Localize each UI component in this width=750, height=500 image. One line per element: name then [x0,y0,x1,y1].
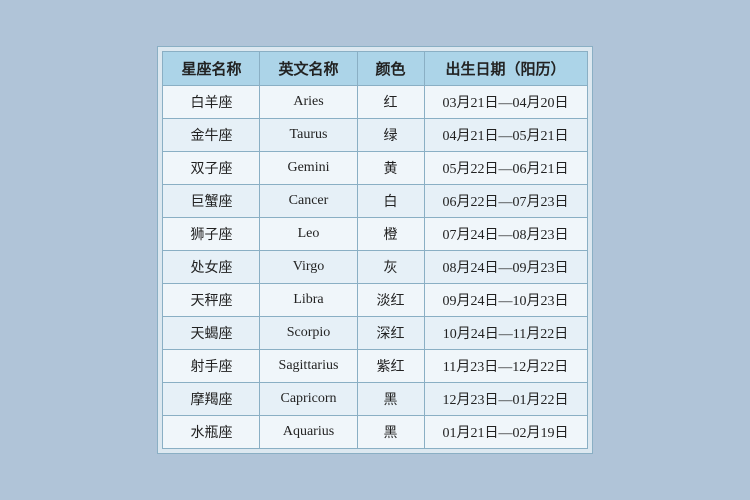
cell-chinese: 摩羯座 [163,383,260,416]
cell-color: 紫红 [357,350,424,383]
cell-chinese: 水瓶座 [163,416,260,449]
cell-color: 灰 [357,251,424,284]
cell-english: Cancer [260,185,357,218]
table-row: 处女座Virgo灰08月24日—09月23日 [163,251,587,284]
table-row: 射手座Sagittarius紫红11月23日—12月22日 [163,350,587,383]
table-row: 水瓶座Aquarius黑01月21日—02月19日 [163,416,587,449]
cell-english: Capricorn [260,383,357,416]
cell-color: 绿 [357,119,424,152]
cell-dates: 04月21日—05月21日 [424,119,587,152]
table-row: 双子座Gemini黄05月22日—06月21日 [163,152,587,185]
zodiac-table-container: 星座名称 英文名称 颜色 出生日期（阳历） 白羊座Aries红03月21日—04… [157,46,592,454]
cell-dates: 05月22日—06月21日 [424,152,587,185]
cell-dates: 12月23日—01月22日 [424,383,587,416]
cell-color: 深红 [357,317,424,350]
cell-dates: 10月24日—11月22日 [424,317,587,350]
header-english: 英文名称 [260,52,357,86]
table-header-row: 星座名称 英文名称 颜色 出生日期（阳历） [163,52,587,86]
cell-color: 黄 [357,152,424,185]
cell-chinese: 金牛座 [163,119,260,152]
cell-english: Aquarius [260,416,357,449]
cell-color: 白 [357,185,424,218]
table-row: 狮子座Leo橙07月24日—08月23日 [163,218,587,251]
cell-chinese: 处女座 [163,251,260,284]
table-row: 摩羯座Capricorn黑12月23日—01月22日 [163,383,587,416]
cell-english: Leo [260,218,357,251]
cell-english: Gemini [260,152,357,185]
cell-dates: 06月22日—07月23日 [424,185,587,218]
cell-english: Sagittarius [260,350,357,383]
cell-dates: 07月24日—08月23日 [424,218,587,251]
cell-color: 淡红 [357,284,424,317]
cell-color: 红 [357,86,424,119]
cell-color: 橙 [357,218,424,251]
cell-chinese: 巨蟹座 [163,185,260,218]
table-row: 白羊座Aries红03月21日—04月20日 [163,86,587,119]
header-chinese: 星座名称 [163,52,260,86]
cell-chinese: 狮子座 [163,218,260,251]
cell-english: Taurus [260,119,357,152]
cell-english: Aries [260,86,357,119]
table-row: 天秤座Libra淡红09月24日—10月23日 [163,284,587,317]
table-row: 天蝎座Scorpio深红10月24日—11月22日 [163,317,587,350]
cell-dates: 09月24日—10月23日 [424,284,587,317]
cell-chinese: 天秤座 [163,284,260,317]
zodiac-table: 星座名称 英文名称 颜色 出生日期（阳历） 白羊座Aries红03月21日—04… [162,51,587,449]
cell-color: 黑 [357,416,424,449]
header-dates: 出生日期（阳历） [424,52,587,86]
cell-chinese: 白羊座 [163,86,260,119]
cell-english: Virgo [260,251,357,284]
table-row: 金牛座Taurus绿04月21日—05月21日 [163,119,587,152]
table-row: 巨蟹座Cancer白06月22日—07月23日 [163,185,587,218]
cell-color: 黑 [357,383,424,416]
cell-chinese: 双子座 [163,152,260,185]
cell-chinese: 天蝎座 [163,317,260,350]
cell-english: Scorpio [260,317,357,350]
cell-english: Libra [260,284,357,317]
header-color: 颜色 [357,52,424,86]
cell-dates: 03月21日—04月20日 [424,86,587,119]
cell-dates: 01月21日—02月19日 [424,416,587,449]
cell-chinese: 射手座 [163,350,260,383]
cell-dates: 11月23日—12月22日 [424,350,587,383]
cell-dates: 08月24日—09月23日 [424,251,587,284]
